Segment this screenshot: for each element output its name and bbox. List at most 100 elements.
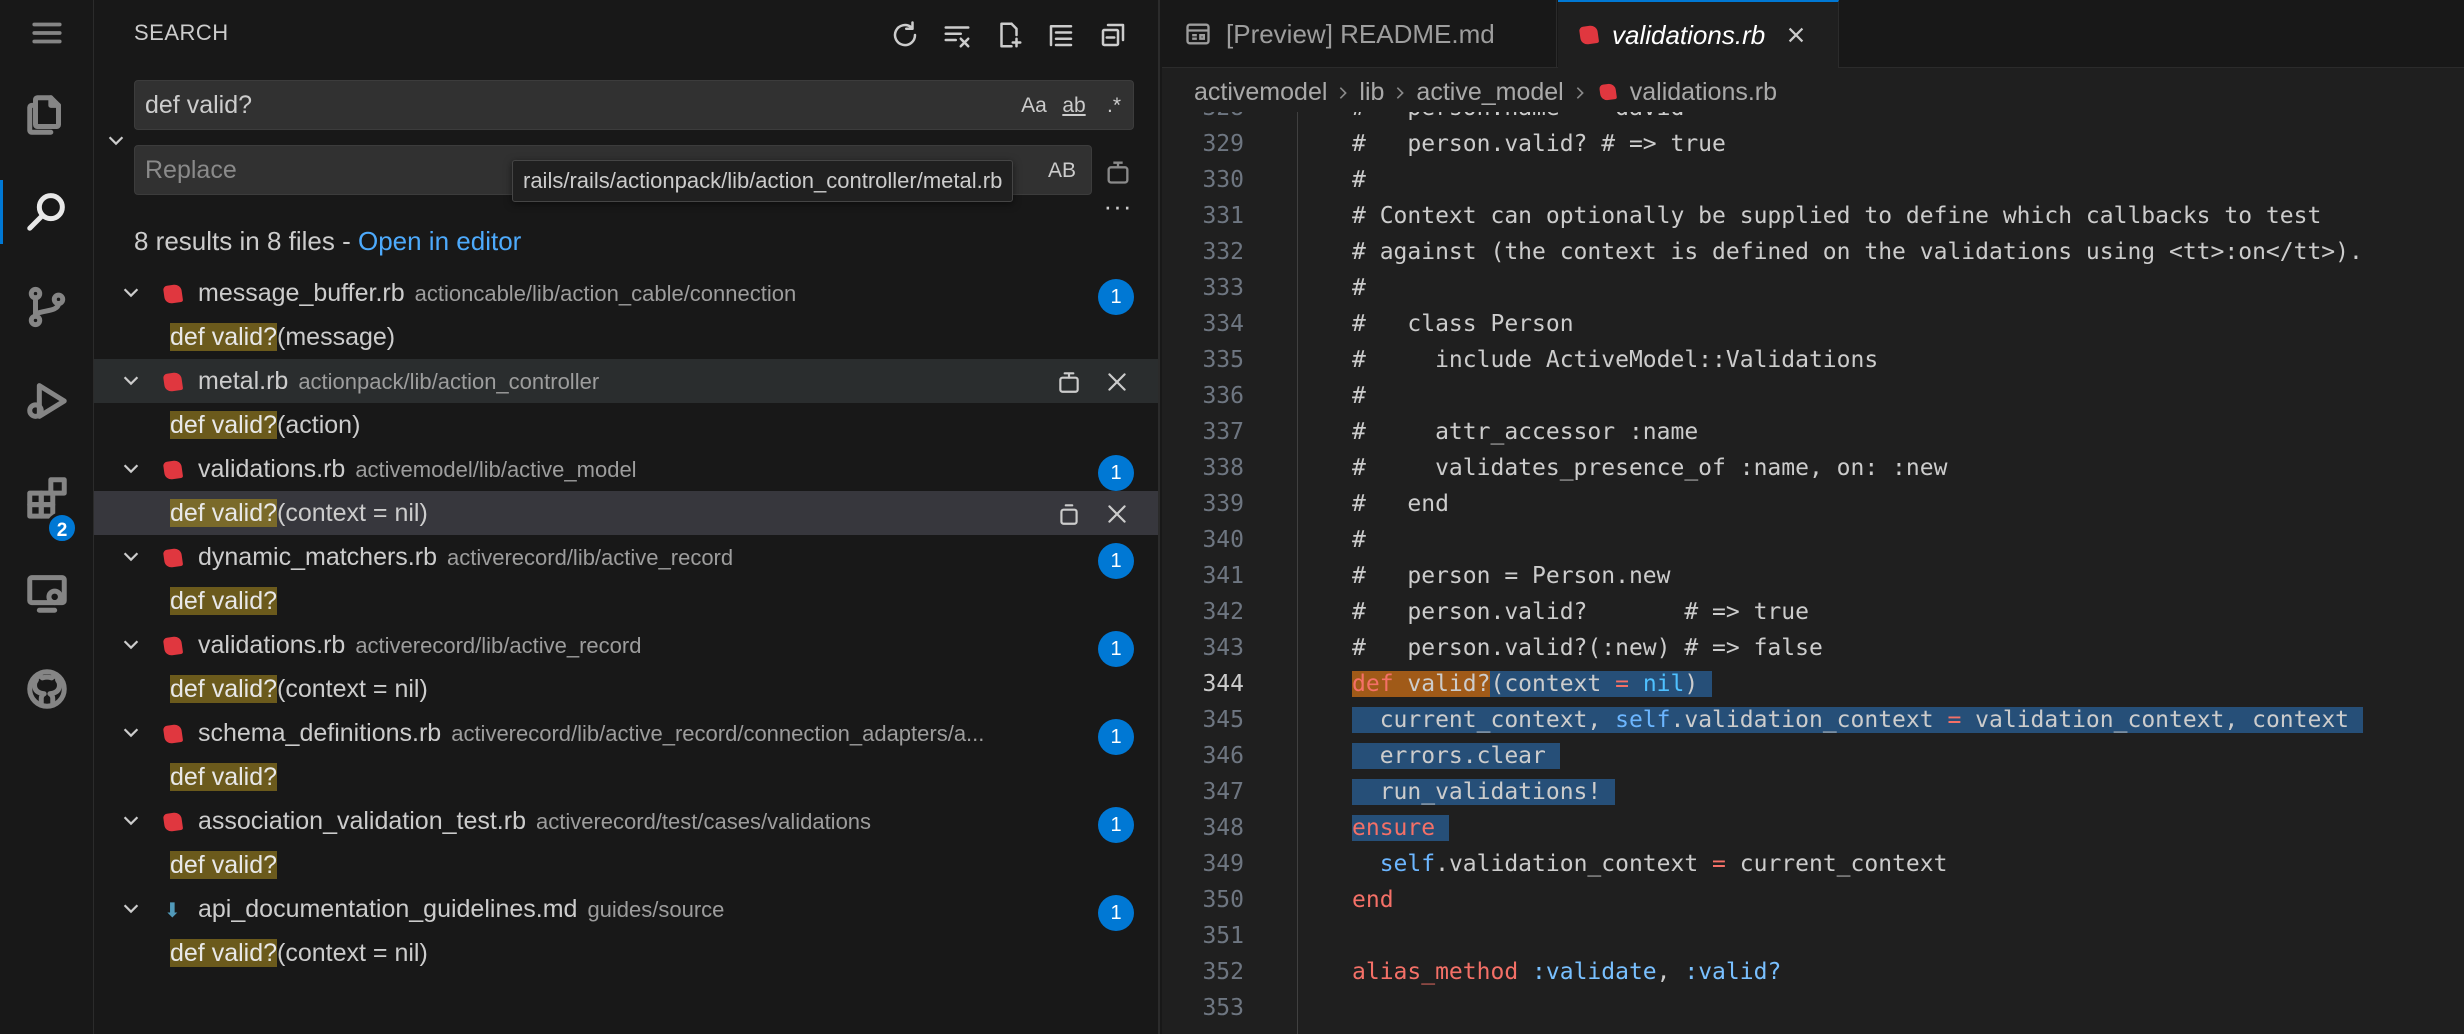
code-line[interactable]: 341 # person = Person.new bbox=[1162, 558, 2464, 594]
chevron-down-icon[interactable] bbox=[120, 721, 142, 743]
ruby-file-icon bbox=[162, 371, 184, 393]
chevron-down-icon[interactable] bbox=[120, 281, 142, 303]
chevron-down-icon[interactable] bbox=[120, 809, 142, 831]
result-file-row[interactable]: schema_definitions.rb activerecord/lib/ac… bbox=[94, 711, 1158, 755]
replace-match-icon[interactable] bbox=[1054, 499, 1084, 529]
use-regex-option[interactable]: .* bbox=[1097, 89, 1131, 123]
code-line[interactable]: 338 # validates_presence_of :name, on: :n… bbox=[1162, 450, 2464, 486]
line-text: # end bbox=[1352, 491, 1449, 517]
search-input[interactable] bbox=[135, 81, 1133, 129]
result-file-path: activemodel/lib/active_model bbox=[355, 457, 637, 482]
result-match-row-selected[interactable]: def valid?(context = nil) bbox=[94, 491, 1158, 535]
breadcrumb-item[interactable]: active_model bbox=[1416, 78, 1563, 107]
preserve-case-option[interactable]: AB bbox=[1045, 154, 1079, 188]
match-highlight: def valid? bbox=[170, 587, 278, 615]
code-editor[interactable]: 328 # person.name = 'david' 329 # person.va… bbox=[1162, 112, 2464, 1034]
result-match-row[interactable]: def valid? bbox=[94, 843, 1158, 887]
line-text: run_validations! bbox=[1352, 779, 1616, 805]
code-line[interactable]: 328 # person.name = 'david' bbox=[1162, 112, 2464, 126]
github-icon[interactable] bbox=[0, 644, 94, 734]
code-line[interactable]: 348 ensure bbox=[1162, 810, 2464, 846]
dismiss-icon[interactable] bbox=[1102, 367, 1132, 397]
result-file-row[interactable]: metal.rb actionpack/lib/action_controller bbox=[94, 359, 1158, 403]
code-line[interactable]: 349 self.validation_context = current_co… bbox=[1162, 846, 2464, 882]
code-line[interactable]: 351 bbox=[1162, 918, 2464, 954]
result-file-row[interactable]: ⬇ api_documentation_guidelines.md guides/… bbox=[94, 887, 1158, 931]
code-line[interactable]: 329 # person.valid? # => true bbox=[1162, 126, 2464, 162]
result-file-row[interactable]: validations.rb activemodel/lib/active_mod… bbox=[94, 447, 1158, 491]
result-file-path: activerecord/test/cases/validations bbox=[535, 809, 872, 834]
code-line[interactable]: 337 # attr_accessor :name bbox=[1162, 414, 2464, 450]
result-match-row[interactable]: def valid?(context = nil) bbox=[94, 931, 1158, 975]
result-file-row[interactable]: dynamic_matchers.rb activerecord/lib/acti… bbox=[94, 535, 1158, 579]
code-line[interactable]: 332 # against (the context is defined on … bbox=[1162, 234, 2464, 270]
tab-readme-preview[interactable]: [Preview] README.md bbox=[1162, 0, 1557, 68]
replace-all-in-file-icon[interactable] bbox=[1054, 367, 1084, 397]
match-count-badge: 1 bbox=[1098, 455, 1134, 491]
clear-results-icon[interactable] bbox=[936, 14, 978, 56]
run-debug-icon[interactable] bbox=[0, 356, 94, 446]
breadcrumb-item[interactable]: activemodel bbox=[1194, 78, 1327, 107]
result-file-row[interactable]: message_buffer.rb actioncable/lib/action_… bbox=[94, 271, 1158, 315]
extensions-icon[interactable]: 2 bbox=[0, 452, 94, 544]
code-line[interactable]: 340 # bbox=[1162, 522, 2464, 558]
code-line[interactable]: 347 run_validations! bbox=[1162, 774, 2464, 810]
more-options-icon[interactable]: ··· bbox=[1099, 193, 1137, 226]
code-line[interactable]: 334 # class Person bbox=[1162, 306, 2464, 342]
replace-all-icon[interactable] bbox=[1099, 153, 1137, 191]
close-icon[interactable] bbox=[1783, 22, 1809, 48]
code-line[interactable]: 330 # bbox=[1162, 162, 2464, 198]
result-file-row[interactable]: validations.rb activerecord/lib/active_re… bbox=[94, 623, 1158, 667]
code-line[interactable]: 335 # include ActiveModel::Validations bbox=[1162, 342, 2464, 378]
result-match-row[interactable]: def valid?(context = nil) bbox=[94, 667, 1158, 711]
open-in-editor-link[interactable]: Open in editor bbox=[358, 226, 521, 256]
result-file-row[interactable]: association_validation_test.rb activereco… bbox=[94, 799, 1158, 843]
chevron-down-icon[interactable] bbox=[120, 545, 142, 567]
result-match-row[interactable]: def valid?(message) bbox=[94, 315, 1158, 359]
code-line[interactable]: 336 # bbox=[1162, 378, 2464, 414]
collapse-all-icon[interactable] bbox=[1092, 14, 1134, 56]
code-line[interactable]: 333 # bbox=[1162, 270, 2464, 306]
chevron-down-icon[interactable] bbox=[120, 897, 142, 919]
line-number: 329 bbox=[1202, 131, 1244, 157]
code-line[interactable]: 339 # end bbox=[1162, 486, 2464, 522]
remote-explorer-icon[interactable] bbox=[0, 548, 94, 638]
line-number: 337 bbox=[1202, 419, 1244, 445]
code-line[interactable]: 346 errors.clear bbox=[1162, 738, 2464, 774]
code-line[interactable]: 352 alias_method :validate, :valid? bbox=[1162, 954, 2464, 990]
result-match-row[interactable]: def valid?(action) bbox=[94, 403, 1158, 447]
result-file-name: metal.rb bbox=[198, 367, 289, 395]
code-line[interactable]: 331 # Context can optionally be supplied … bbox=[1162, 198, 2464, 234]
source-control-icon[interactable] bbox=[0, 262, 94, 352]
toggle-replace-chevron-icon[interactable] bbox=[102, 120, 130, 160]
search-icon[interactable] bbox=[0, 166, 94, 256]
tab-validations-rb[interactable]: validations.rb bbox=[1558, 0, 1839, 68]
code-line[interactable]: 342 # person.valid? # => true bbox=[1162, 594, 2464, 630]
dismiss-icon[interactable] bbox=[1102, 499, 1132, 529]
breadcrumb-item[interactable]: lib bbox=[1359, 78, 1384, 107]
match-case-option[interactable]: Aa bbox=[1017, 89, 1051, 123]
match-rest: (context = nil) bbox=[277, 939, 428, 967]
code-line[interactable]: 344 def valid?(context = nil) bbox=[1162, 666, 2464, 702]
files-icon[interactable] bbox=[0, 70, 94, 160]
refresh-icon[interactable] bbox=[884, 14, 926, 56]
result-match-row[interactable]: def valid? bbox=[94, 579, 1158, 623]
new-search-editor-icon[interactable] bbox=[988, 14, 1030, 56]
match-whole-word-option[interactable]: ab bbox=[1057, 89, 1091, 123]
chevron-down-icon[interactable] bbox=[120, 633, 142, 655]
line-text: end bbox=[1352, 887, 1394, 913]
code-line[interactable]: 345 current_context, self.validation_con… bbox=[1162, 702, 2464, 738]
breadcrumb-item[interactable]: validations.rb bbox=[1630, 78, 1777, 107]
match-highlight: def valid? bbox=[170, 675, 278, 703]
chevron-down-icon[interactable] bbox=[120, 369, 142, 391]
chevron-down-icon[interactable] bbox=[120, 457, 142, 479]
menu-icon[interactable] bbox=[0, 0, 94, 66]
result-match-row[interactable]: def valid? bbox=[94, 755, 1158, 799]
code-line[interactable]: 350 end bbox=[1162, 882, 2464, 918]
sidebar-title: SEARCH bbox=[134, 20, 229, 45]
code-line[interactable]: 343 # person.valid?(:new) # => false bbox=[1162, 630, 2464, 666]
code-line[interactable]: 353 bbox=[1162, 990, 2464, 1026]
view-as-tree-icon[interactable] bbox=[1040, 14, 1082, 56]
search-field[interactable]: Aa ab .* bbox=[134, 80, 1134, 130]
result-file-path: activerecord/lib/active_record bbox=[355, 633, 642, 658]
